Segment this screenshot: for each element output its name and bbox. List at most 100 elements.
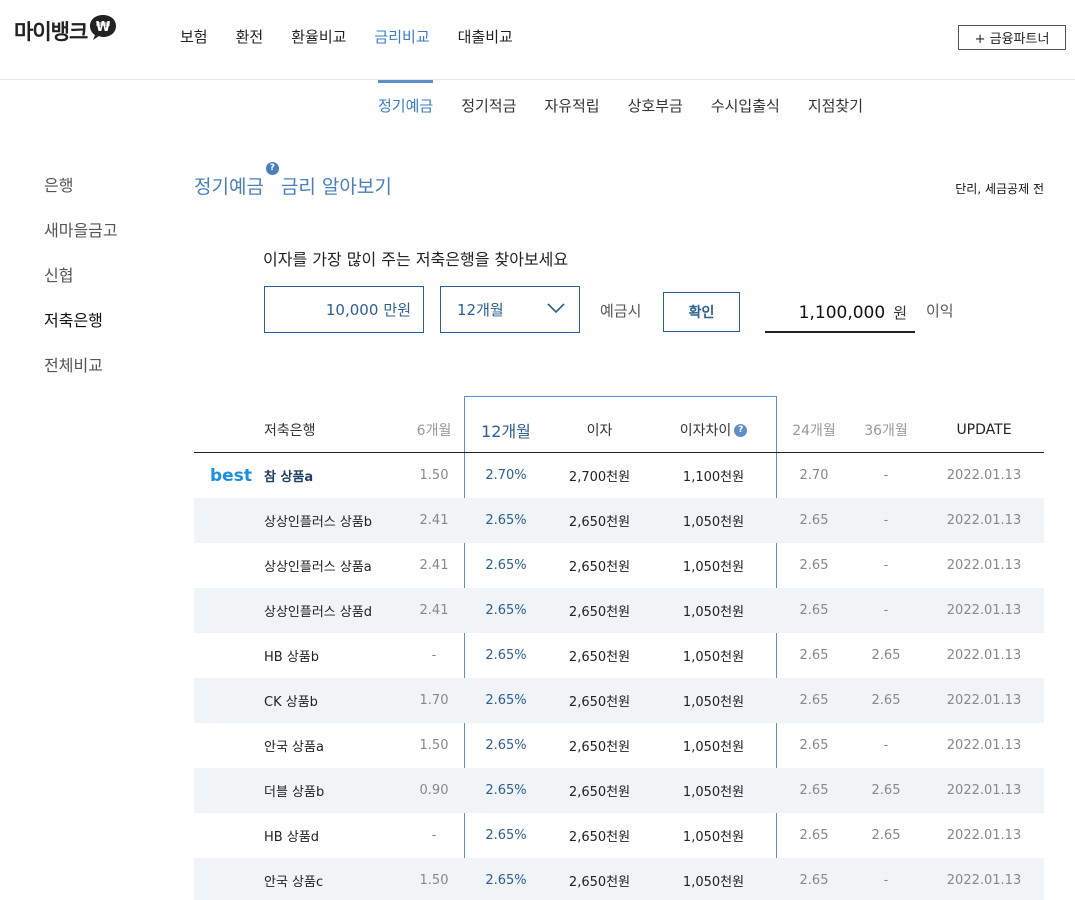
won-bubble-icon: ₩ [90,15,117,40]
update-date: 2022.01.13 [946,513,1022,528]
interest-diff: 1,050천원 [682,650,745,665]
rate-12-months: 2.70% [485,468,527,483]
global-nav: 보험 환전 환율비교 금리비교 대출비교 [180,26,541,47]
deposit-label: 예금시 [600,302,642,320]
rate-12-months: 2.65% [485,828,527,843]
product-name[interactable]: HB 상품d [264,813,319,858]
header-bank[interactable]: 저축은행 [264,408,316,452]
interest-result-value: 1,100,000 [798,302,886,323]
rate-12-months: 2.65% [485,783,527,798]
best-badge: best [210,465,252,486]
interest-label: 이익 [926,302,954,320]
gnb-item-interest-compare[interactable]: 금리비교 [374,26,429,47]
subnav-item-branch-finder[interactable]: 지점찾기 [808,80,863,125]
amount-input[interactable]: 10,000 만원 [264,286,424,333]
update-date: 2022.01.13 [946,873,1022,888]
product-name[interactable]: 참 상품a [264,453,313,498]
rate-24-months: 2.65 [799,603,829,618]
period-value: 12개월 [457,301,504,319]
interest-amount: 2,650천원 [568,560,631,575]
table-row[interactable]: 상상인플러스 상품a 2.41 2.65% 2,650천원 1,050천원 2.65 - 20… [194,543,1044,588]
table-row[interactable]: HB 상품d - 2.65% 2,650천원 1,050천원 2.65 2.65 2022.0… [194,813,1044,858]
rate-36-months: - [883,468,889,483]
side-nav-item-savings-bank[interactable]: 저축은행 [44,307,118,352]
table-row[interactable]: HB 상품b - 2.65% 2,650천원 1,050천원 2.65 2.65 2022.0… [194,633,1044,678]
header-interest-diff: 이자차이 ? [666,408,761,452]
product-name[interactable]: 상상인플러스 상품b [264,498,372,543]
subnav-item-fixed-deposit[interactable]: 정기예금 [378,80,434,125]
rate-12-months: 2.65% [485,648,527,663]
rate-36-months: - [883,603,889,618]
interest-result: 1,100,000 원 [765,294,915,333]
page-title-part1: 정기예금 [194,176,264,198]
rate-12-months: 2.65% [485,513,527,528]
side-nav-item-compare-all[interactable]: 전체비교 [44,352,118,397]
rate-12-months: 2.65% [485,603,527,618]
subnav-item-demand-deposit[interactable]: 수시입출식 [711,80,780,125]
interest-amount: 2,650천원 [568,785,631,800]
interest-diff: 1,100천원 [682,470,745,485]
period-select[interactable]: 12개월 [440,286,580,333]
subnav-item-installment-savings[interactable]: 정기적금 [461,80,516,125]
product-name[interactable]: CK 상품b [264,678,318,723]
help-icon[interactable]: ? [734,423,748,437]
interest-diff: 1,050천원 [682,785,745,800]
interest-diff: 1,050천원 [682,830,745,845]
interest-amount: 2,650천원 [568,650,631,665]
table-header: 저축은행 6개월 12개월 이자 이자차이 ? 24개월 36개월 UPDATE [194,408,1044,453]
rate-24-months: 2.70 [799,468,829,483]
logo[interactable]: 마이뱅크 ₩ [14,15,118,46]
interest-amount: 2,650천원 [568,875,631,890]
table-row[interactable]: best 참 상품a 1.50 2.70% 2,700천원 1,100천원 2.70 - 202… [194,453,1044,498]
header-36-months[interactable]: 36개월 [856,408,916,452]
table-body: best 참 상품a 1.50 2.70% 2,700천원 1,100천원 2.70 - 202… [194,453,1044,900]
rate-6-months: 0.90 [419,783,449,798]
rate-36-months: - [883,873,889,888]
interest-amount: 2,650천원 [568,830,631,845]
gnb-item-exchange[interactable]: 환전 [236,26,264,47]
update-date: 2022.01.13 [946,828,1022,843]
rate-24-months: 2.65 [799,693,829,708]
table-row[interactable]: 상상인플러스 상품b 2.41 2.65% 2,650천원 1,050천원 2.65 - 20… [194,498,1044,543]
gnb-item-loan-compare[interactable]: 대출비교 [458,26,513,47]
update-date: 2022.01.13 [946,648,1022,663]
page-title: 정기예금 ? 금리 알아보기 [194,162,392,199]
product-name[interactable]: 상상인플러스 상품a [264,543,372,588]
update-date: 2022.01.13 [946,558,1022,573]
product-name[interactable]: 더블 상품b [264,768,324,813]
amount-unit: 만원 [383,301,411,319]
product-name[interactable]: HB 상품b [264,633,319,678]
update-date: 2022.01.13 [946,693,1022,708]
rate-12-months: 2.65% [485,558,527,573]
update-date: 2022.01.13 [946,783,1022,798]
table-row[interactable]: 안국 상품c 1.50 2.65% 2,650천원 1,050천원 2.65 - 2022.0… [194,858,1044,900]
rate-6-months: 1.50 [419,738,449,753]
finance-partner-button[interactable]: + 금융파트너 [958,25,1066,50]
table-row[interactable]: CK 상품b 1.70 2.65% 2,650천원 1,050천원 2.65 2.65 202… [194,678,1044,723]
rate-12-months: 2.65% [485,873,527,888]
rate-6-months: 2.41 [419,513,449,528]
side-nav-item-bank[interactable]: 은행 [44,172,118,217]
subnav-item-free-savings[interactable]: 자유적립 [544,80,599,125]
side-nav-item-saemaul[interactable]: 새마을금고 [44,217,118,262]
gnb-item-insurance[interactable]: 보험 [180,26,208,47]
side-nav-item-credit-union[interactable]: 신협 [44,262,118,307]
help-icon[interactable]: ? [265,162,279,175]
table-row[interactable]: 더블 상품b 0.90 2.65% 2,650천원 1,050천원 2.65 2.65 202… [194,768,1044,813]
header-12-months[interactable]: 12개월 [476,408,536,452]
product-name[interactable]: 상상인플러스 상품d [264,588,372,633]
sub-nav: 정기예금 정기적금 자유적립 상호부금 수시입출식 지점찾기 [378,80,891,125]
subnav-item-mutual-installment[interactable]: 상호부금 [628,80,683,125]
rate-6-months: 2.41 [419,603,449,618]
interest-diff: 1,050천원 [682,695,745,710]
rate-6-months: 1.50 [419,468,449,483]
interest-result-unit: 원 [893,304,907,322]
gnb-item-rate-compare[interactable]: 환율비교 [291,26,346,47]
table-row[interactable]: 상상인플러스 상품d 2.41 2.65% 2,650천원 1,050천원 2.65 - 20… [194,588,1044,633]
product-name[interactable]: 안국 상품a [264,723,324,768]
header-6-months[interactable]: 6개월 [409,408,459,452]
header-24-months[interactable]: 24개월 [784,408,844,452]
confirm-button[interactable]: 확인 [663,292,740,332]
product-name[interactable]: 안국 상품c [264,858,323,900]
table-row[interactable]: 안국 상품a 1.50 2.65% 2,650천원 1,050천원 2.65 - 2022.0… [194,723,1044,768]
